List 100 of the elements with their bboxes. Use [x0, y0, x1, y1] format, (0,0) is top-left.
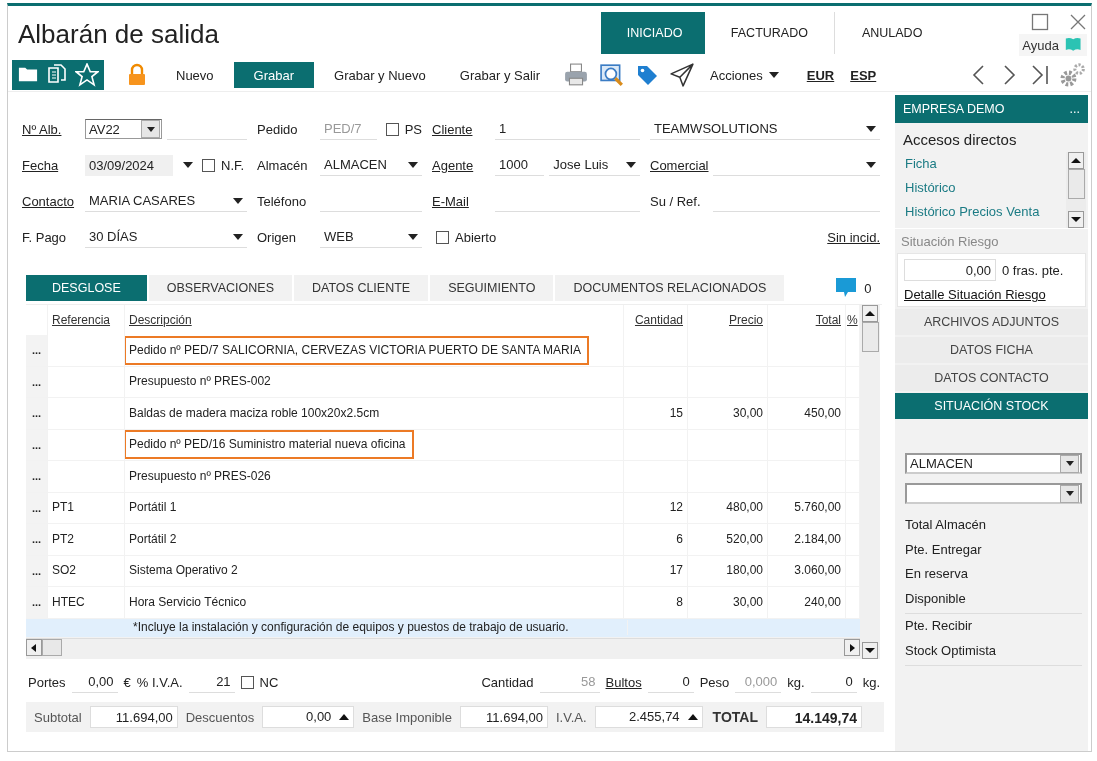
field-label-link[interactable]: Fecha	[22, 157, 80, 173]
section-button[interactable]: SITUACIÓN STOCK	[895, 393, 1088, 419]
checkbox[interactable]: NC	[240, 674, 279, 690]
tab[interactable]: OBSERVACIONES	[148, 275, 292, 301]
toolbar-button[interactable]: Grabar y Nuevo	[320, 62, 440, 88]
stepper-field[interactable]: 2.455,74	[594, 706, 703, 728]
combo-box[interactable]: AV22	[85, 119, 162, 139]
toolbar-link[interactable]: EUR	[806, 67, 835, 83]
text-field[interactable]: 0	[647, 671, 694, 693]
shortcut-link[interactable]: Ficha	[905, 156, 1040, 171]
tab[interactable]: DATOS CLIENTE	[294, 275, 429, 301]
field-label-link[interactable]: Comercial	[650, 157, 708, 173]
column-header[interactable]: Total	[815, 313, 841, 327]
field-label-link[interactable]: Bultos	[605, 674, 642, 690]
checkbox[interactable]: PS	[385, 121, 422, 137]
dropdown[interactable]: 30 DÍAS	[85, 226, 247, 248]
status-tab[interactable]: ANULADO	[834, 12, 950, 54]
lock-icon[interactable]	[126, 63, 148, 87]
text-field[interactable]: 11.694,00	[460, 706, 548, 728]
unit-label: kg.	[862, 674, 880, 690]
field-label-link[interactable]: Agente	[432, 157, 490, 173]
table-row[interactable]: ... Presupuesto nº PRES-026	[26, 461, 860, 493]
section-button[interactable]: ARCHIVOS ADJUNTOS	[895, 309, 1088, 335]
section-button[interactable]: DATOS FICHA	[895, 337, 1088, 363]
send-icon[interactable]	[670, 63, 694, 87]
text-field[interactable]: 21	[188, 671, 235, 693]
dropdown[interactable]: Jose Luis	[549, 154, 640, 176]
settings-icon[interactable]	[1059, 62, 1085, 88]
shortcut-link[interactable]: Histórico Precios Venta	[905, 204, 1040, 219]
toolbar-button[interactable]: Grabar	[233, 62, 315, 88]
table-row[interactable]: ... PT1 Portátil 1 12 480,00 5.760,00	[26, 492, 860, 524]
close-icon[interactable]	[1069, 13, 1087, 31]
field-label-link[interactable]: Nº Alb.	[22, 121, 80, 137]
checkbox[interactable]: Abierto	[436, 229, 497, 245]
help-button[interactable]: Ayuda	[1019, 34, 1087, 56]
column-header[interactable]: Precio	[729, 313, 763, 327]
text-field[interactable]: 0	[810, 671, 857, 693]
table-row[interactable]: ... SO2 Sistema Operativo 2 17 180,00 3.060,00	[26, 555, 860, 587]
status-tab[interactable]: FACTURADO	[704, 12, 835, 54]
stepper-field[interactable]: 0,00	[262, 706, 355, 728]
horizontal-scrollbar[interactable]	[26, 638, 860, 659]
field-label: Subtotal	[34, 709, 82, 725]
status-tab[interactable]: INICIADO	[600, 12, 705, 54]
field-label-link[interactable]: E-Mail	[432, 193, 490, 209]
total-label: TOTAL	[712, 709, 758, 725]
printer-icon[interactable]	[564, 63, 588, 87]
section-button[interactable]: DATOS CONTACTO	[895, 365, 1088, 391]
table-row[interactable]: ... HTEC Hora Servicio Técnico 8 30,00 240,00	[26, 587, 860, 619]
column-header[interactable]: %	[847, 313, 858, 327]
checkbox[interactable]: N.F.	[202, 157, 245, 173]
preview-icon[interactable]	[600, 63, 624, 87]
table-row[interactable]: ... Presupuesto nº PRES-002	[26, 366, 860, 398]
toolbar-button[interactable]: Nuevo	[162, 62, 228, 88]
table-row[interactable]: ... PT2 Portátil 2 6 520,00 2.184,00	[26, 524, 860, 556]
maximize-icon[interactable]	[1031, 13, 1049, 31]
dropdown[interactable]: ALMACEN	[320, 154, 422, 176]
text-field[interactable]: 11.694,00	[89, 706, 178, 728]
stock-label: Disponible	[905, 589, 967, 608]
dropdown[interactable]: TEAMWSOLUTIONS	[650, 118, 880, 140]
copy-icon[interactable]	[46, 64, 68, 86]
tab[interactable]: DOCUMENTOS RELACIONADOS	[555, 275, 785, 301]
risk-detail-link[interactable]: Detalle Situación Riesgo	[904, 287, 1079, 302]
text-field[interactable]: 0,00	[71, 671, 118, 693]
tag-icon[interactable]	[636, 64, 658, 86]
more-menu[interactable]: ...	[1069, 102, 1080, 116]
vertical-scrollbar[interactable]	[1066, 152, 1086, 228]
combo-box[interactable]: ALMACEN	[905, 453, 1082, 474]
combo-box[interactable]	[905, 483, 1082, 504]
vertical-scrollbar[interactable]	[860, 305, 880, 659]
column-header[interactable]: Referencia	[52, 313, 111, 327]
dropdown[interactable]: WEB	[320, 226, 422, 248]
text-field[interactable]: 1000	[495, 154, 545, 176]
field-label-link[interactable]: Sin incid.	[827, 229, 880, 245]
comment-icon[interactable]	[834, 277, 859, 299]
field-label: Cantidad	[481, 674, 534, 690]
tab[interactable]: SEGUIMIENTO	[430, 275, 554, 301]
toolbar-button[interactable]: Grabar y Salir	[445, 62, 554, 88]
toolbar-link[interactable]: ESP	[850, 67, 877, 83]
shortcut-link[interactable]: Histórico	[905, 180, 1040, 195]
column-header[interactable]: Cantidad	[634, 313, 683, 327]
column-header[interactable]: Descripción	[129, 313, 192, 327]
table-cell: Baldas de madera maciza roble 100x20x2.5cm	[129, 405, 380, 421]
actions-menu[interactable]: Acciones	[704, 66, 785, 84]
table-row[interactable]: *Incluye la instalación y configuración de equipos y puestos de trabajo de usuario.	[26, 618, 860, 638]
table-row[interactable]: ... Baldas de madera maciza roble 100x20x2.5cm 15 30,00 450,00	[26, 398, 860, 430]
star-icon[interactable]	[75, 63, 99, 87]
table-row[interactable]: ... Pedido nº PED/16 Suministro material nueva oficina	[26, 429, 860, 461]
stock-label: Stock Optimista	[905, 641, 998, 660]
text-field[interactable]: 1	[495, 118, 640, 140]
table-row[interactable]: ... Pedido nº PED/7 SALICORNIA, CERVEZAS VICTORIA PUERTO DE SANTA MARIA	[26, 335, 860, 367]
dropdown[interactable]: MARIA CASARES	[85, 190, 247, 212]
last-icon[interactable]	[1029, 64, 1051, 86]
field-label-link[interactable]: Cliente	[432, 121, 490, 137]
tab[interactable]: DESGLOSE	[26, 275, 147, 301]
table-cell: 15	[669, 405, 683, 421]
stock-label: Pte. Entregar	[905, 540, 983, 559]
field-label: % I.V.A.	[136, 674, 183, 690]
stock-label: Pte. Recibir	[905, 617, 974, 635]
table-cell: 450,00	[804, 405, 841, 421]
field-label-link[interactable]: Contacto	[22, 193, 80, 209]
